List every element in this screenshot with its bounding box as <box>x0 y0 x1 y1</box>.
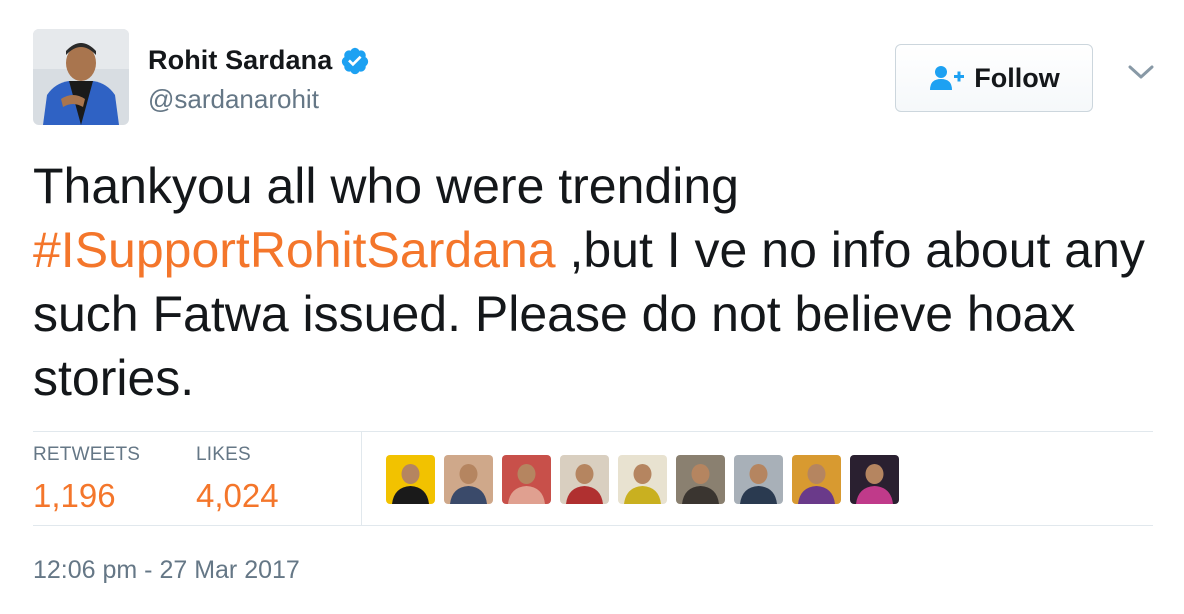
likes-label: LIKES <box>196 444 251 465</box>
chevron-down-icon[interactable] <box>1127 62 1155 84</box>
liker-avatar[interactable] <box>676 455 725 504</box>
follow-button[interactable]: Follow <box>895 44 1093 112</box>
liker-avatar[interactable] <box>386 455 435 504</box>
verified-badge-icon <box>340 46 370 76</box>
tweet-text: Thankyou all who were trending #ISupport… <box>33 154 1153 410</box>
user-handle[interactable]: @sardanarohit <box>148 84 319 115</box>
user-name[interactable]: Rohit Sardana <box>148 45 332 76</box>
avatar-image <box>33 29 129 125</box>
profile-avatar[interactable] <box>33 29 129 125</box>
likes-stat[interactable]: LIKES 4,024 <box>196 444 279 515</box>
hashtag-link[interactable]: #ISupportRohitSardana <box>33 222 556 278</box>
follow-label: Follow <box>974 62 1060 93</box>
tweet-text-start: Thankyou all who were trending <box>33 158 739 214</box>
retweets-label: RETWEETS <box>33 444 141 465</box>
stats-divider-top <box>33 431 1153 432</box>
user-name-row[interactable]: Rohit Sardana <box>148 45 370 76</box>
likes-count: 4,024 <box>196 477 279 514</box>
liker-avatar[interactable] <box>618 455 667 504</box>
stats-divider-vertical <box>361 432 362 525</box>
liker-avatar[interactable] <box>560 455 609 504</box>
retweets-stat[interactable]: RETWEETS 1,196 <box>33 444 140 515</box>
retweets-count: 1,196 <box>33 477 116 514</box>
liker-avatars <box>386 455 908 504</box>
liker-avatar[interactable] <box>502 455 551 504</box>
tweet-timestamp[interactable]: 12:06 pm - 27 Mar 2017 <box>33 556 300 585</box>
stats-divider-bottom <box>33 525 1153 526</box>
liker-avatar[interactable] <box>850 455 899 504</box>
liker-avatar[interactable] <box>444 455 493 504</box>
liker-avatar[interactable] <box>792 455 841 504</box>
add-user-icon <box>928 64 965 92</box>
liker-avatar[interactable] <box>734 455 783 504</box>
